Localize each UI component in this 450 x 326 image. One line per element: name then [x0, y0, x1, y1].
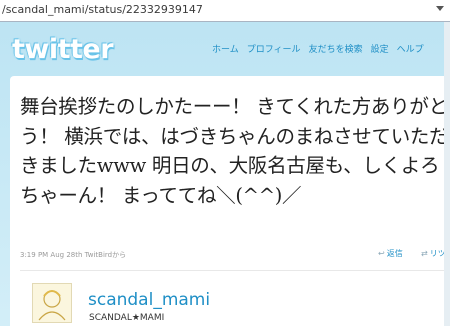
tweet-meta[interactable]: 3:19 PM Aug 28th TwitBirdから: [20, 250, 126, 260]
nav-settings[interactable]: 設定: [371, 45, 389, 55]
avatar[interactable]: [32, 283, 72, 323]
author-full-name: SCANDAL★MAMI: [89, 313, 165, 323]
divider: [20, 270, 450, 271]
dropdown-arrow-icon[interactable]: [436, 6, 444, 11]
reply-button[interactable]: ↩ 返信: [378, 248, 403, 259]
reply-label[interactable]: 返信: [387, 249, 403, 258]
retweet-icon: ⇄: [421, 249, 428, 258]
nav-profile[interactable]: プロフィール: [247, 45, 301, 55]
retweet-button[interactable]: ⇄ リツ: [421, 248, 446, 259]
tweet-text: 舞台挨拶たのしかたーー！ きてくれた方ありがとう！ 横浜では、はづきちゃんのまね…: [20, 95, 449, 207]
nav-find-friends[interactable]: 友だちを検索: [309, 45, 363, 55]
top-nav: ホーム プロフィール 友だちを検索 設定 ヘルプ: [212, 42, 432, 56]
address-bar-url[interactable]: /scandal_mami/status/22332939147: [2, 3, 203, 16]
twitter-logo[interactable]: twitter: [12, 34, 114, 65]
reply-icon: ↩: [378, 249, 385, 258]
author-screen-name[interactable]: scandal_mami: [88, 290, 210, 310]
scrollbar[interactable]: [444, 22, 450, 326]
address-bar[interactable]: /scandal_mami/status/22332939147: [0, 0, 450, 22]
nav-help[interactable]: ヘルプ: [397, 45, 424, 55]
nav-home[interactable]: ホーム: [212, 45, 239, 55]
